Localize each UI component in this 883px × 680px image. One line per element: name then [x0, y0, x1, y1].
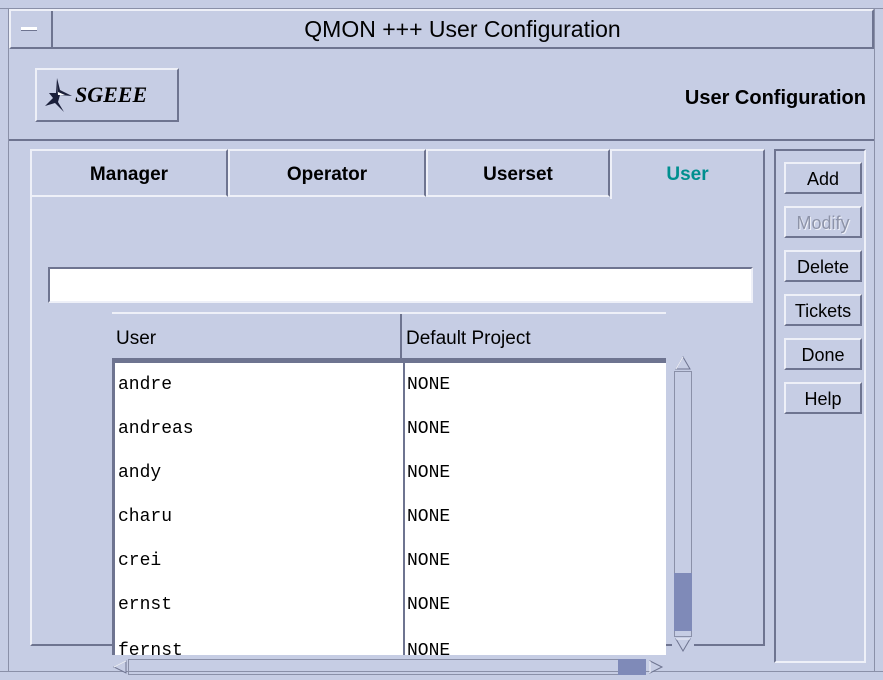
- table-row[interactable]: andre NONE: [115, 363, 666, 407]
- delete-button[interactable]: Delete: [784, 250, 862, 282]
- bird-logo-icon: [45, 78, 72, 112]
- cell-default-project: NONE: [407, 551, 451, 571]
- action-button-panel: Add Modify Delete Tickets Done Help: [774, 149, 866, 663]
- user-filter-input[interactable]: [48, 267, 753, 303]
- sgeee-logo-button[interactable]: SGEEE: [35, 68, 179, 122]
- cell-default-project: NONE: [407, 375, 451, 395]
- window-menu-button[interactable]: [11, 11, 53, 47]
- cell-user: andreas: [118, 419, 194, 439]
- table-row[interactable]: andy NONE: [115, 451, 666, 495]
- cell-user: charu: [118, 507, 173, 527]
- user-table[interactable]: andre NONE andreas NONE andy NONE charu …: [112, 360, 666, 655]
- table-row[interactable]: andreas NONE: [115, 407, 666, 451]
- column-header-user[interactable]: User: [112, 314, 400, 358]
- vertical-scrollbar[interactable]: [672, 355, 694, 655]
- table-row[interactable]: ernst NONE: [115, 583, 666, 627]
- modify-button[interactable]: Modify: [784, 206, 862, 238]
- header: SGEEE User Configuration: [9, 51, 874, 141]
- header-title: User Configuration: [684, 87, 866, 109]
- tickets-button[interactable]: Tickets: [784, 294, 862, 326]
- add-button[interactable]: Add: [784, 162, 862, 194]
- cell-user: crei: [118, 551, 162, 571]
- cell-default-project: NONE: [407, 419, 451, 439]
- tab-operator[interactable]: Operator: [228, 149, 426, 197]
- window-title: QMON +++ User Configuration: [304, 16, 621, 42]
- cell-default-project: NONE: [407, 463, 451, 483]
- scroll-down-arrow-icon[interactable]: [674, 637, 692, 653]
- qmon-window: QMON +++ User Configuration SGEEE User C…: [0, 0, 883, 680]
- scroll-right-arrow-icon[interactable]: [648, 659, 664, 675]
- tab-content: User Default Project andre NONE andreas …: [30, 195, 765, 675]
- help-button[interactable]: Help: [784, 382, 862, 414]
- cell-default-project: NONE: [407, 595, 451, 615]
- title-bar[interactable]: QMON +++ User Configuration: [9, 9, 874, 49]
- table-row[interactable]: charu NONE: [115, 495, 666, 539]
- cell-user: andy: [118, 463, 162, 483]
- tab-user[interactable]: User: [610, 149, 765, 199]
- frame-border-right: [874, 8, 875, 672]
- logo-text: SGEEE: [75, 82, 148, 107]
- cell-user: andre: [118, 375, 173, 395]
- window-menu-icon: [21, 27, 37, 31]
- table-row[interactable]: fernst NONE: [115, 629, 666, 655]
- table-header: User Default Project: [112, 312, 666, 360]
- column-header-default-project[interactable]: Default Project: [402, 314, 662, 358]
- table-row[interactable]: crei NONE: [115, 539, 666, 583]
- done-button[interactable]: Done: [784, 338, 862, 370]
- scrollbar-thumb[interactable]: [618, 659, 646, 675]
- scroll-left-arrow-icon[interactable]: [112, 659, 128, 675]
- scrollbar-thumb[interactable]: [674, 573, 692, 631]
- cell-default-project: NONE: [407, 641, 451, 655]
- cell-default-project: NONE: [407, 507, 451, 527]
- horizontal-scrollbar[interactable]: [112, 657, 666, 677]
- tab-manager[interactable]: Manager: [30, 149, 228, 197]
- cell-user: fernst: [118, 641, 183, 655]
- scroll-up-arrow-icon[interactable]: [674, 355, 692, 371]
- tab-userset[interactable]: Userset: [426, 149, 610, 197]
- scrollbar-track[interactable]: [128, 659, 622, 675]
- tab-panel: User Default Project andre NONE andreas …: [30, 149, 765, 675]
- cell-user: ernst: [118, 595, 173, 615]
